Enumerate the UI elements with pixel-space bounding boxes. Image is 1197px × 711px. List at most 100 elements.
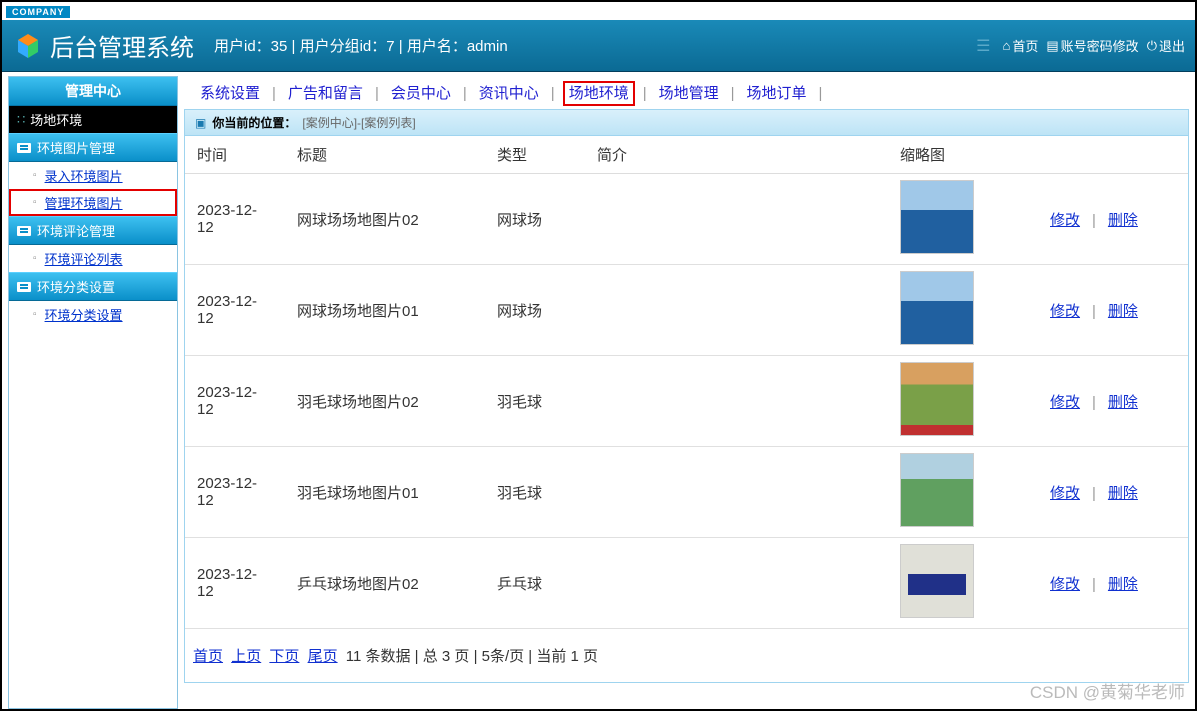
thumbnail-image (900, 180, 974, 254)
cell-intro (585, 174, 888, 265)
breadcrumb: ▣ 你当前的位置： [案例中心]-[案例列表] (185, 110, 1188, 136)
sidebar-item: ▫ 录入环境图片 (9, 162, 177, 189)
cell-thumb (888, 447, 1038, 538)
pagination: 首页 上页 下页 尾页 11 条数据 | 总 3 页 | 5条/页 | 当前 1… (185, 629, 1188, 682)
page-last[interactable]: 尾页 (308, 648, 338, 665)
delete-link[interactable]: 删除 (1108, 394, 1138, 411)
logout-icon: ⏻ (1147, 38, 1157, 54)
sidebar-item: ▫ 管理环境图片 (9, 189, 177, 216)
sidebar-link[interactable]: 环境分类设置 (45, 305, 123, 324)
delete-link[interactable]: 删除 (1108, 212, 1138, 229)
cell-intro (585, 356, 888, 447)
sidebar-section-label: 场地环境 (30, 110, 82, 129)
sidebar-group[interactable]: 环境评论管理 (9, 216, 177, 245)
col-type: 类型 (485, 136, 585, 174)
cell-thumb (888, 538, 1038, 629)
edit-link[interactable]: 修改 (1050, 485, 1080, 502)
cell-type: 网球场 (485, 265, 585, 356)
table-row: 2023-12-12网球场场地图片01网球场修改|删除 (185, 265, 1188, 356)
cell-title: 乒乓球场地图片02 (285, 538, 485, 629)
nav-separator: | (375, 85, 379, 102)
sidebar-group[interactable]: 环境图片管理 (9, 133, 177, 162)
group-label: 环境分类设置 (37, 277, 115, 296)
nav-link[interactable]: 场地管理 (657, 85, 721, 102)
table-row: 2023-12-12羽毛球场地图片02羽毛球修改|删除 (185, 356, 1188, 447)
cell-thumb (888, 265, 1038, 356)
sidebar-group[interactable]: 环境分类设置 (9, 272, 177, 301)
sidebar-link[interactable]: 环境评论列表 (45, 249, 123, 268)
edit-link[interactable]: 修改 (1050, 212, 1080, 229)
cell-actions: 修改|删除 (1038, 538, 1188, 629)
cell-actions: 修改 | 删除 (1038, 174, 1188, 265)
app-header: 后台管理系统 用户id：35 | 用户分组id：7 | 用户名：admin ☰ … (2, 20, 1195, 72)
nav-separator: | (272, 85, 276, 102)
cell-time: 2023-12-12 (185, 356, 285, 447)
location-icon: ▣ (195, 116, 206, 130)
nav-link[interactable]: 场地订单 (745, 85, 809, 102)
bullet-icon: ▫ (33, 197, 37, 208)
edit-link[interactable]: 修改 (1050, 576, 1080, 593)
cell-actions: 修改|删除 (1038, 447, 1188, 538)
page-first[interactable]: 首页 (193, 648, 223, 665)
nav-link[interactable]: 广告和留言 (286, 85, 365, 102)
account-link[interactable]: ▤账号密码修改 (1046, 36, 1138, 55)
col-title: 标题 (285, 136, 485, 174)
group-icon (17, 143, 31, 153)
thumbnail-image (900, 544, 974, 618)
nav-link[interactable]: 会员中心 (389, 85, 453, 102)
nav-separator: | (551, 85, 555, 102)
home-icon: ⌂ (1003, 38, 1011, 53)
cell-type: 羽毛球 (485, 356, 585, 447)
sidebar-link[interactable]: 录入环境图片 (45, 166, 123, 185)
cell-intro (585, 265, 888, 356)
logout-link[interactable]: ⏻退出 (1147, 36, 1185, 55)
table-row: 2023-12-12网球场场地图片02网球场修改|删除 (185, 174, 1188, 265)
cell-time: 2023-12-12 (185, 447, 285, 538)
cell-intro (585, 447, 888, 538)
cell-time: 2023-12-12 (185, 538, 285, 629)
menu-icon[interactable]: ☰ (976, 36, 990, 56)
cell-thumb (888, 174, 1038, 265)
home-link[interactable]: ⌂首页 (1003, 36, 1039, 55)
cell-time: 2023-12-12 (185, 265, 285, 356)
action-separator: | (1092, 212, 1096, 229)
action-separator: | (1092, 394, 1096, 411)
page-next[interactable]: 下页 (269, 648, 299, 665)
cell-title: 网球场场地图片01 (285, 265, 485, 356)
sidebar-item: ▫环境分类设置 (9, 301, 177, 328)
col-intro: 简介 (585, 136, 888, 174)
sidebar-link[interactable]: 管理环境图片 (45, 193, 123, 212)
thumbnail-image (900, 453, 974, 527)
page-prev[interactable]: 上页 (231, 648, 261, 665)
col-time: 时间 (185, 136, 285, 174)
sidebar-section: ∷ 场地环境 (9, 106, 177, 133)
edit-link[interactable]: 修改 (1050, 394, 1080, 411)
nav-link[interactable]: 系统设置 (198, 85, 262, 102)
bullet-icon: ▫ (33, 170, 37, 181)
app-title: 后台管理系统 (50, 28, 194, 63)
edit-link[interactable]: 修改 (1050, 303, 1080, 320)
delete-link[interactable]: 删除 (1108, 303, 1138, 320)
nav-link[interactable]: 场地环境 (565, 83, 633, 104)
delete-link[interactable]: 删除 (1108, 576, 1138, 593)
table-row: 2023-12-12羽毛球场地图片01羽毛球修改|删除 (185, 447, 1188, 538)
top-nav: 系统设置|广告和留言|会员中心|资讯中心|场地环境|场地管理|场地订单| (184, 76, 1189, 109)
group-label: 环境图片管理 (37, 138, 115, 157)
nav-separator: | (731, 85, 735, 102)
dots-icon: ∷ (17, 112, 24, 128)
nav-separator: | (643, 85, 647, 102)
logout-label: 退出 (1159, 36, 1185, 55)
delete-link[interactable]: 删除 (1108, 485, 1138, 502)
nav-link[interactable]: 资讯中心 (477, 85, 541, 102)
sidebar-item: ▫环境评论列表 (9, 245, 177, 272)
cell-thumb (888, 356, 1038, 447)
sidebar-header: 管理中心 (9, 77, 177, 106)
company-badge: COMPANY (6, 6, 70, 18)
data-table: 时间 标题 类型 简介 缩略图 2023-12-12网球场场地图片02网球场修改… (185, 136, 1188, 629)
cell-type: 网球场 (485, 174, 585, 265)
cell-time: 2023-12-12 (185, 174, 285, 265)
cell-actions: 修改 | 删除 (1038, 356, 1188, 447)
account-icon: ▤ (1046, 38, 1058, 54)
breadcrumb-path: [案例中心]-[案例列表] (302, 114, 415, 131)
nav-separator: | (819, 85, 823, 102)
